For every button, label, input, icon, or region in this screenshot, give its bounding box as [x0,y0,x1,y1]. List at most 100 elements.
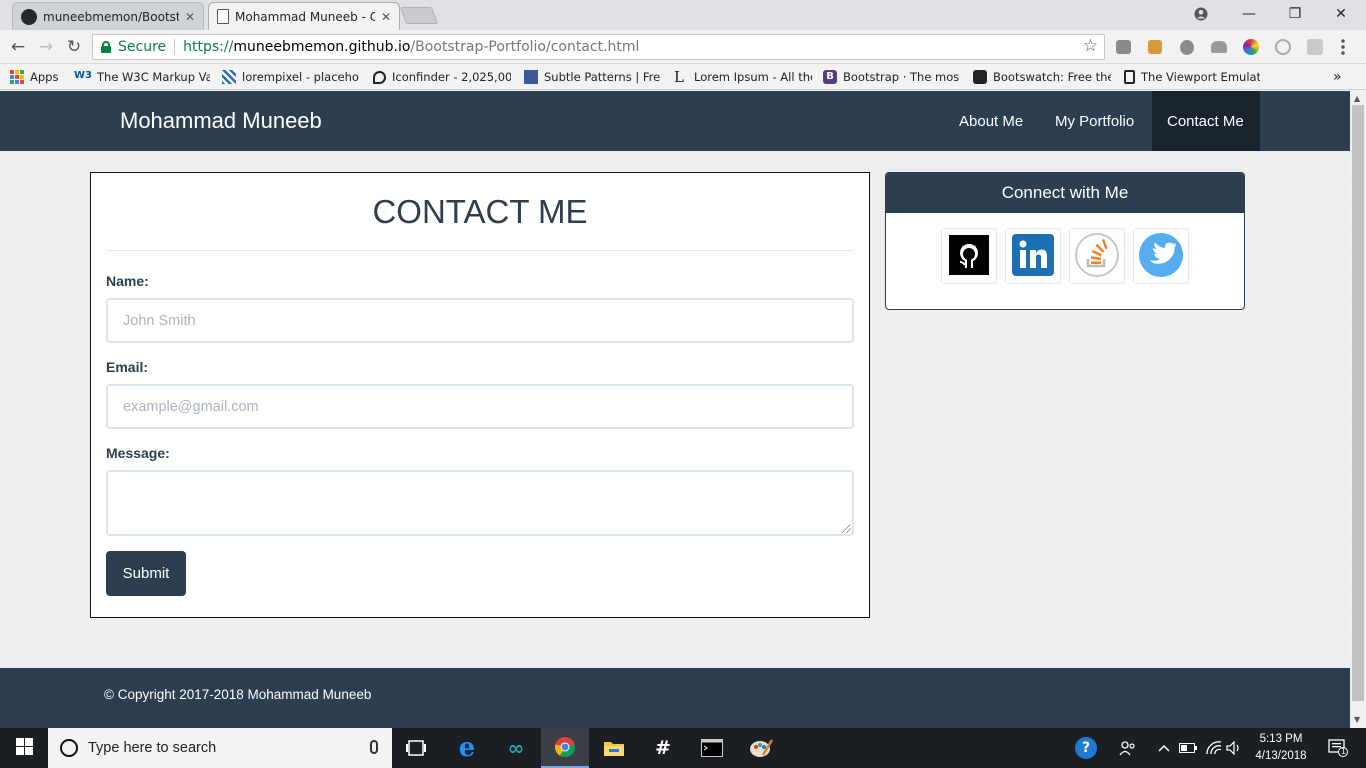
command-prompt-icon[interactable] [688,728,736,768]
extension-ruler-icon[interactable] [1148,40,1162,54]
w3c-icon: W3 [74,70,92,81]
resize-handle[interactable] [842,524,851,533]
lock-icon [101,41,111,53]
page-viewport: Mohammad Muneeb About Me My Portfolio Co… [0,91,1350,728]
site-footer: © Copyright 2017-2018 Mohammad Muneeb [0,668,1350,728]
slack-icon[interactable]: # [639,728,687,768]
url-path: /Bootstrap-Portfolio/contact.html [410,39,640,55]
page-title: CONTACT ME [372,193,588,230]
edge-icon[interactable]: e [443,728,491,768]
back-arrow-icon[interactable]: ← [7,36,29,58]
site-navbar: Mohammad Muneeb About Me My Portfolio Co… [0,91,1350,151]
help-icon[interactable]: ? [1072,728,1100,768]
contact-form-card: CONTACT ME Name: John Smith Email: examp… [90,172,870,618]
nav-contact-me[interactable]: Contact Me [1152,91,1260,151]
bookmark-star-icon[interactable]: ☆ [1083,36,1098,56]
extension-bug-icon[interactable] [1180,40,1194,55]
linkedin-link[interactable] [1005,228,1061,284]
cortana-icon [60,739,78,757]
chrome-menu-icon[interactable] [1340,38,1346,56]
submit-button[interactable]: Submit [106,551,186,596]
scroll-down-icon[interactable]: ▼ [1354,715,1360,724]
notification-center-icon[interactable]: 1 [1318,728,1358,768]
bookmark-subtle-patterns[interactable]: Subtle Patterns | Free [524,68,660,86]
twitter-icon [1138,232,1184,281]
message-label: Message: [106,445,170,461]
start-button[interactable] [0,728,48,768]
file-explorer-icon[interactable] [590,728,638,768]
bookmark-label: The Viewport Emulat [1141,70,1260,84]
new-tab-button[interactable] [399,7,439,24]
bookmark-lorem-ipsum[interactable]: L Lorem Ipsum - All the [674,68,812,86]
windows-logo-icon [15,738,33,758]
taskbar-clock[interactable]: 5:13 PM 4/13/2018 [1240,731,1322,765]
bookmark-w3c[interactable]: W3 The W3C Markup Val [74,68,210,86]
bookmark-lorempixel[interactable]: lorempixel - placehol [222,68,360,86]
chevron-up-icon[interactable] [1154,728,1174,768]
profile-icon[interactable] [1178,0,1224,28]
divider [174,39,176,55]
name-input[interactable]: John Smith [106,298,854,343]
restore-button[interactable]: ❐ [1272,0,1318,28]
bookmark-label: Iconfinder - 2,025,00 [392,70,511,84]
taskbar-search-input[interactable]: Type here to search [48,728,392,768]
stackoverflow-link[interactable] [1069,228,1125,284]
chrome-icon[interactable] [541,728,589,768]
site-brand[interactable]: Mohammad Muneeb [120,108,322,134]
close-icon[interactable]: ✕ [381,10,391,24]
minimize-button[interactable]: — [1226,0,1272,28]
bookmark-apps[interactable]: Apps [10,68,58,86]
extension-bag-icon[interactable] [1116,40,1131,54]
reload-icon[interactable]: ↻ [63,36,85,58]
subtle-patterns-icon [524,70,538,84]
search-placeholder: Type here to search [88,740,217,756]
email-input[interactable]: example@gmail.com [106,384,854,429]
url-host: muneebmemon.github.io [233,39,411,55]
address-bar[interactable]: Secure https:// muneebmemon.github.io /B… [92,34,1105,60]
extension-circle-icon[interactable] [1275,39,1291,55]
people-icon[interactable] [1114,728,1142,768]
bookmark-bootstrap[interactable]: B Bootstrap · The most [823,68,959,86]
bookmark-bootswatch[interactable]: Bootswatch: Free ther [973,68,1111,86]
page-icon [217,9,229,24]
tab-strip: muneebmemon/Bootstra ✕ Mohammad Muneeb -… [0,0,1366,30]
paint-icon[interactable] [737,728,785,768]
bookmark-viewport-emulator[interactable]: The Viewport Emulat [1124,68,1260,86]
page-scrollbar[interactable]: ▲ ▼ [1350,91,1366,728]
battery-icon[interactable] [1176,728,1200,768]
tab-github[interactable]: muneebmemon/Bootstra ✕ [12,2,204,30]
url-scheme: https:// [183,39,234,55]
iconfinder-icon [373,70,386,84]
nav-about-me[interactable]: About Me [944,91,1038,151]
forward-arrow-icon[interactable]: → [35,36,57,58]
close-icon[interactable]: ✕ [185,10,195,24]
arduino-icon[interactable]: ∞ [492,728,540,768]
tab-title: Mohammad Muneeb - C [235,9,375,24]
scroll-up-icon[interactable]: ▲ [1354,94,1360,103]
extension-cloud-icon[interactable] [1211,41,1227,53]
twitter-link[interactable] [1133,228,1189,284]
secure-label: Secure [118,39,167,55]
bookmark-label: The W3C Markup Val [97,70,210,84]
scrollbar-thumb[interactable] [1352,105,1364,701]
viewport-icon [1124,70,1135,84]
tab-contact[interactable]: Mohammad Muneeb - C ✕ [208,2,400,30]
extension-color-icon[interactable] [1243,39,1259,55]
bookmark-label: Bootswatch: Free ther [993,70,1111,84]
bookmark-iconfinder[interactable]: Iconfinder - 2,025,00 [373,68,511,86]
extension-grid-icon[interactable] [1307,39,1323,55]
microphone-icon[interactable] [370,740,378,754]
browser-toolbar: ← → ↻ Secure https:// muneebmemon.github… [0,30,1366,64]
task-view-icon[interactable] [392,728,440,768]
bootswatch-icon [973,70,987,84]
github-link[interactable] [941,228,997,284]
nav-my-portfolio[interactable]: My Portfolio [1040,91,1149,151]
linkedin-icon [1012,233,1054,279]
wifi-icon[interactable] [1202,728,1226,768]
more-bookmarks-button[interactable]: » [1333,68,1342,86]
connect-title: Connect with Me [886,173,1244,213]
close-window-button[interactable]: ✕ [1318,0,1364,28]
message-textarea[interactable] [106,470,854,536]
email-label: Email: [106,359,149,375]
bootstrap-icon: B [823,70,837,84]
